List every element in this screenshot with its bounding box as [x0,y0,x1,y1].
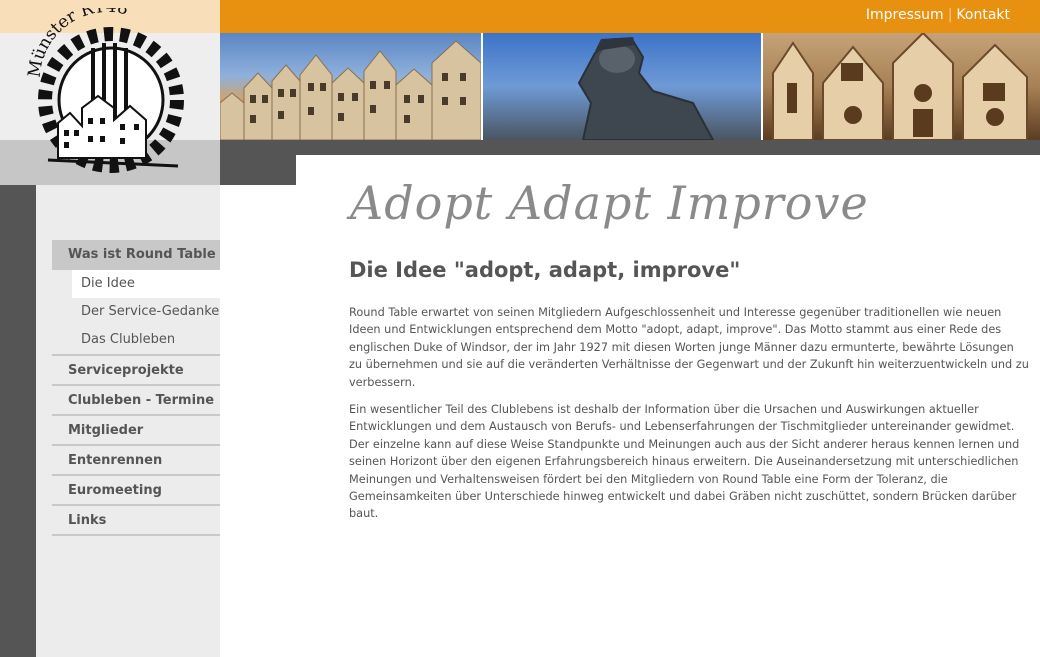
banner-photo-gabled-houses [220,33,481,140]
sidebar-subitem-clubleben[interactable]: Das Clubleben [52,326,220,356]
link-separator: | [947,7,953,23]
sidebar-item-links[interactable]: Links [52,506,220,536]
sidebar-item-mitglieder[interactable]: Mitglieder [52,416,220,446]
left-dark-bar [0,185,36,657]
round-table-logo[interactable]: Münster RT48 [18,8,198,183]
sidebar-item-euromeeting[interactable]: Euromeeting [52,476,220,506]
kontakt-link[interactable]: Kontakt [956,7,1010,23]
sidebar-item-clubleben-termine[interactable]: Clubleben - Termine [52,386,220,416]
sidebar-item-was-ist-round-table[interactable]: Was ist Round Table [52,240,220,270]
top-bar: Impressum | Kontakt [220,0,1040,33]
banner-photo-statue [483,33,761,140]
slogan-banner: Adopt Adapt Improve [350,176,869,230]
banner-photo-gothic-facade [763,33,1040,140]
sidebar-item-entenrennen[interactable]: Entenrennen [52,446,220,476]
paragraph: Ein wesentlicher Teil des Clublebens ist… [349,403,1020,521]
impressum-link[interactable]: Impressum [866,7,944,23]
header-links: Impressum | Kontakt [866,7,1010,23]
page-title: Die Idee "adopt, adapt, improve" [349,258,741,282]
sidebar-subitem-die-idee[interactable]: Die Idee [72,270,220,298]
sidebar-subitem-service-gedanke[interactable]: Der Service-Gedanke [52,298,220,326]
paragraph: Round Table erwartet von seinen Mitglied… [349,306,1029,389]
content-body: Round Table erwartet von seinen Mitglied… [349,304,1029,533]
sidebar-nav: Was ist Round Table Die Idee Der Service… [52,240,220,536]
sidebar-item-serviceprojekte[interactable]: Serviceprojekte [52,356,220,386]
